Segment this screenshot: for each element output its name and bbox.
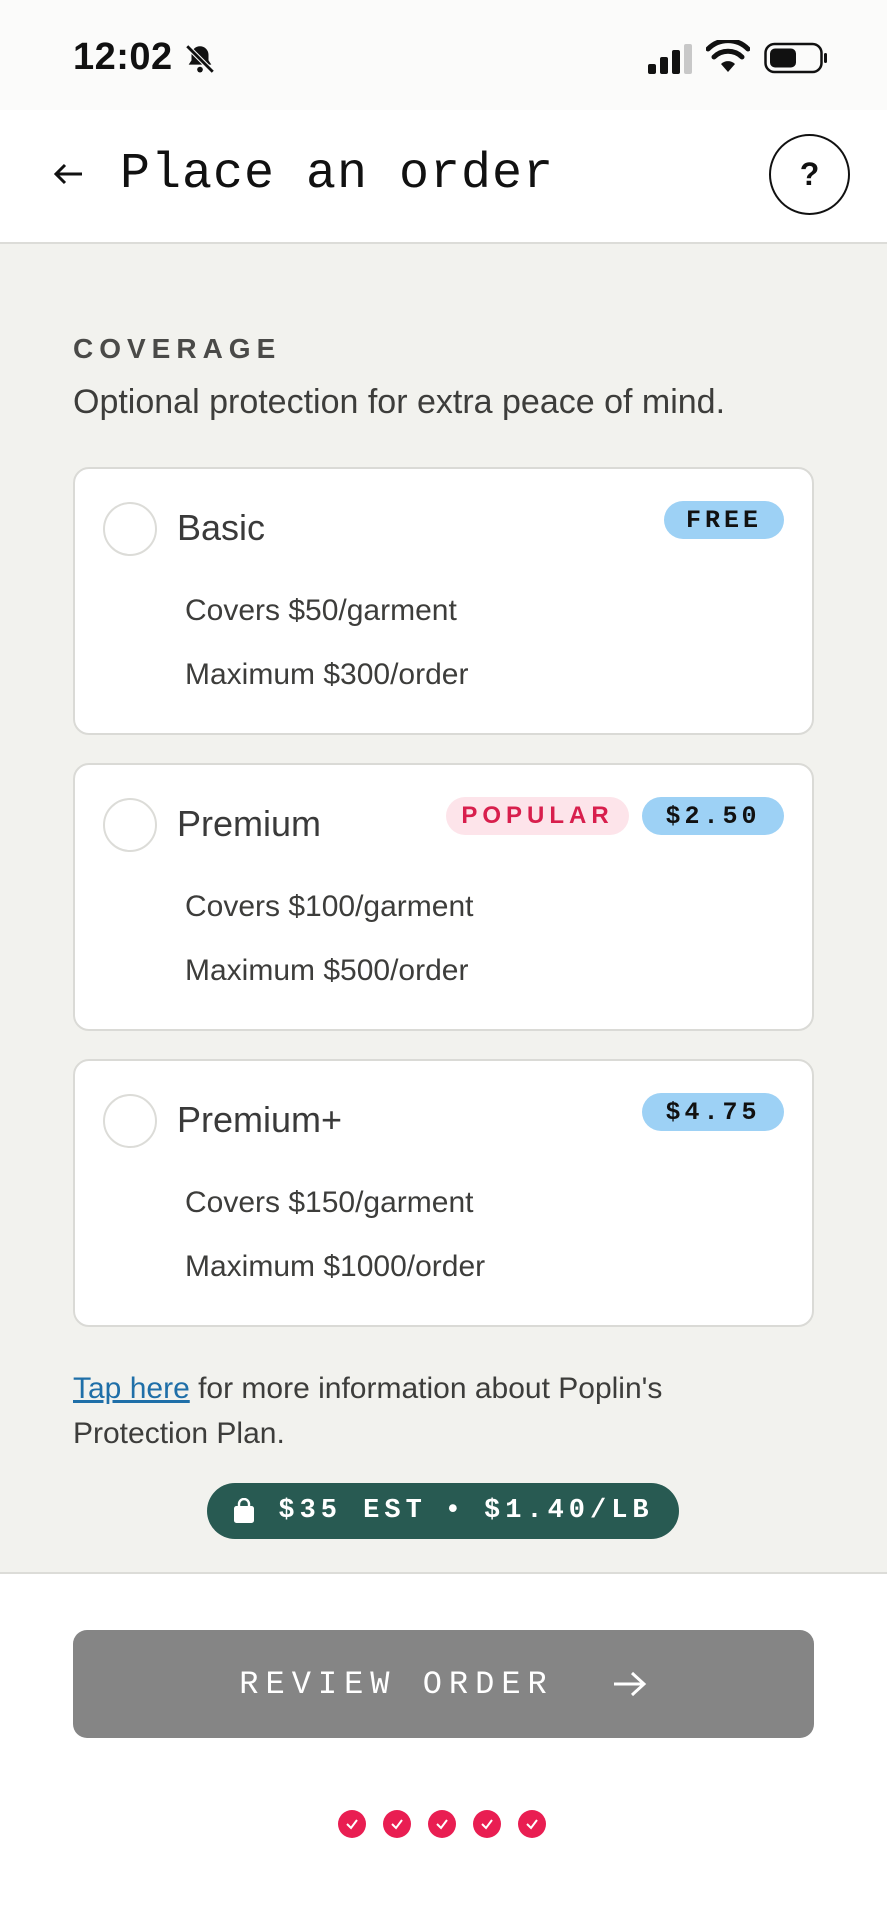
review-order-label: REVIEW ORDER xyxy=(239,1665,554,1703)
option-detail: Covers $100/garment xyxy=(185,890,474,923)
help-button[interactable]: ? xyxy=(769,134,850,215)
wifi-icon xyxy=(706,40,750,72)
bottom-panel: REVIEW ORDER xyxy=(0,1572,887,1920)
header: Place an order ? xyxy=(0,110,887,244)
shopping-bag-icon xyxy=(234,1498,255,1523)
status-time: 12:02 xyxy=(73,36,173,78)
estimate-rate: $1.40/LB xyxy=(484,1496,654,1526)
price-badge: FREE xyxy=(664,501,784,539)
status-bar: 12:02 xyxy=(0,0,887,110)
bell-slash-icon xyxy=(185,44,215,74)
coverage-option-basic[interactable]: Basic FREE Covers $50/garment Maximum $3… xyxy=(73,467,814,735)
section-subtitle: Optional protection for extra peace of m… xyxy=(73,383,726,421)
tap-here-link[interactable]: Tap here xyxy=(73,1372,190,1405)
option-detail: Maximum $300/order xyxy=(185,658,469,691)
step-complete-icon xyxy=(338,1810,366,1838)
step-complete-icon xyxy=(428,1810,456,1838)
arrow-right-icon xyxy=(613,1671,646,1697)
step-complete-icon xyxy=(473,1810,501,1838)
estimate-price: $35 EST xyxy=(278,1496,427,1526)
estimate-separator: • xyxy=(444,1496,466,1526)
radio-button[interactable] xyxy=(103,1094,157,1148)
arrow-left-icon[interactable] xyxy=(50,154,90,194)
price-badge: $4.75 xyxy=(642,1093,784,1131)
step-complete-icon xyxy=(518,1810,546,1838)
coverage-option-premium-plus[interactable]: Premium+ $4.75 Covers $150/garment Maxim… xyxy=(73,1059,814,1327)
price-badge: $2.50 xyxy=(642,797,784,835)
popular-badge: POPULAR xyxy=(446,797,629,835)
page-title: Place an order xyxy=(120,146,555,203)
option-detail: Maximum $500/order xyxy=(185,954,469,987)
estimate-pill[interactable]: $35 EST • $1.40/LB xyxy=(207,1483,679,1539)
section-label: COVERAGE xyxy=(73,333,282,364)
progress-steps xyxy=(338,1810,546,1840)
option-title: Basic xyxy=(177,507,266,548)
option-detail: Covers $50/garment xyxy=(185,594,457,627)
radio-button[interactable] xyxy=(103,502,157,556)
option-title: Premium+ xyxy=(177,1099,343,1140)
radio-button[interactable] xyxy=(103,798,157,852)
cellular-signal-icon xyxy=(648,44,692,74)
option-title: Premium xyxy=(177,803,322,844)
option-detail: Covers $150/garment xyxy=(185,1186,474,1219)
coverage-option-premium[interactable]: Premium POPULAR $2.50 Covers $100/garmen… xyxy=(73,763,814,1031)
review-order-button[interactable]: REVIEW ORDER xyxy=(73,1630,814,1738)
step-complete-icon xyxy=(383,1810,411,1838)
protection-info: Tap here for more information about Popl… xyxy=(73,1366,773,1456)
battery-icon xyxy=(764,42,827,74)
option-detail: Maximum $1000/order xyxy=(185,1250,486,1283)
